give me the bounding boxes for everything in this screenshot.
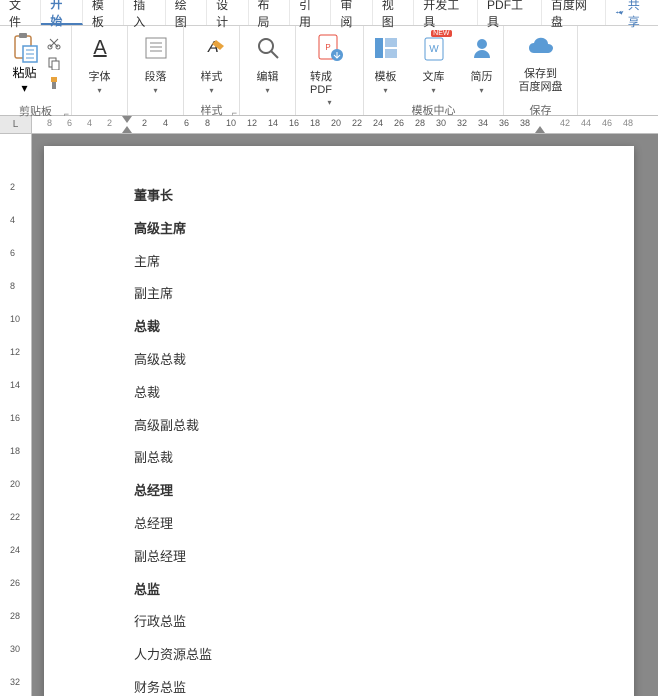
document-line[interactable]: 副总经理: [134, 547, 634, 568]
font-button[interactable]: A 字体 ▾: [78, 30, 122, 96]
cut-button[interactable]: [45, 34, 63, 52]
menu-pdftools[interactable]: PDF工具: [478, 0, 542, 25]
template-icon: [372, 34, 400, 62]
ribbon-group-save: 保存到 百度网盘 保存: [504, 26, 578, 115]
paragraph-icon: [142, 34, 170, 62]
indent-marker-right[interactable]: [535, 126, 545, 134]
pdf-icon: P: [315, 33, 345, 63]
menubar: 文件 开始 模板 插入 绘图 设计 布局 引用 审阅 视图 开发工具 PDF工具…: [0, 0, 658, 26]
menu-review[interactable]: 审阅: [331, 0, 372, 25]
document-line[interactable]: 主席: [134, 252, 634, 273]
menu-devtools[interactable]: 开发工具: [414, 0, 478, 25]
share-button[interactable]: 共享: [606, 0, 658, 25]
ribbon-group-styles: A 样式 ▾ 样式⌐: [184, 26, 240, 115]
cloud-icon: [526, 33, 556, 63]
copy-icon: [47, 56, 61, 70]
ribbon-group-template-center: 模板 ▾ WNEW 文库 ▾ 简历 ▾ 模板中心: [364, 26, 504, 115]
editing-button[interactable]: 编辑 ▾: [246, 30, 290, 96]
ribbon-group-convert: P 转成PDF ▾ 转换: [296, 26, 364, 115]
ruler-area: L 86422468101214161820222426283032343638…: [0, 116, 658, 134]
ribbon-group-editing: 编辑 ▾: [240, 26, 296, 115]
paste-button[interactable]: 粘贴 ▾: [7, 30, 43, 97]
library-button[interactable]: WNEW 文库 ▾: [412, 30, 456, 96]
document-line[interactable]: 总裁: [134, 383, 634, 404]
menu-references[interactable]: 引用: [290, 0, 331, 25]
svg-text:P: P: [325, 43, 330, 52]
menu-template[interactable]: 模板: [83, 0, 124, 25]
page[interactable]: 董事长高级主席主席副主席总裁高级总裁总裁高级副总裁副总裁总经理总经理副总经理总监…: [44, 146, 634, 696]
vertical-ruler[interactable]: 2468101214161820222426283032: [0, 134, 32, 696]
resume-button[interactable]: 简历 ▾: [460, 30, 504, 96]
document-area: 2468101214161820222426283032 董事长高级主席主席副主…: [0, 134, 658, 696]
svg-text:W: W: [429, 44, 439, 55]
document-line[interactable]: 行政总监: [134, 612, 634, 633]
document-line[interactable]: 副主席: [134, 284, 634, 305]
save-baidu-button[interactable]: 保存到 百度网盘: [513, 30, 569, 96]
menu-home[interactable]: 开始: [41, 0, 82, 25]
menu-file[interactable]: 文件: [0, 0, 41, 25]
menu-design[interactable]: 设计: [207, 0, 248, 25]
copy-button[interactable]: [45, 54, 63, 72]
font-icon: A: [86, 34, 114, 62]
ribbon-group-clipboard: 粘贴 ▾ 剪贴板⌐: [0, 26, 72, 115]
styles-button[interactable]: A 样式 ▾: [190, 30, 234, 96]
share-icon: [614, 7, 625, 19]
svg-text:A: A: [93, 37, 107, 59]
search-icon: [254, 34, 282, 62]
library-icon: W: [420, 34, 448, 62]
document-line[interactable]: 高级总裁: [134, 350, 634, 371]
indent-marker-left-bottom[interactable]: [122, 126, 132, 134]
document-line[interactable]: 董事长: [134, 186, 634, 207]
document-scroll[interactable]: 董事长高级主席主席副主席总裁高级总裁总裁高级副总裁副总裁总经理总经理副总经理总监…: [32, 134, 658, 696]
document-line[interactable]: 高级副总裁: [134, 416, 634, 437]
menu-baidu[interactable]: 百度网盘: [542, 0, 606, 25]
convert-pdf-button[interactable]: P 转成PDF ▾: [304, 30, 355, 108]
document-line[interactable]: 总监: [134, 580, 634, 601]
clipboard-icon: [11, 32, 39, 64]
document-line[interactable]: 高级主席: [134, 219, 634, 240]
ribbon: 粘贴 ▾ 剪贴板⌐ A 字体 ▾: [0, 26, 658, 116]
document-line[interactable]: 总裁: [134, 317, 634, 338]
styles-icon: A: [198, 34, 226, 62]
template-button[interactable]: 模板 ▾: [364, 30, 408, 96]
format-painter-button[interactable]: [45, 74, 63, 92]
menu-insert[interactable]: 插入: [124, 0, 165, 25]
ribbon-group-font: A 字体 ▾: [72, 26, 128, 115]
paragraph-button[interactable]: 段落 ▾: [134, 30, 178, 96]
document-line[interactable]: 副总裁: [134, 448, 634, 469]
resume-icon: [468, 34, 496, 62]
horizontal-ruler[interactable]: 8642246810121416182022242628303234363842…: [32, 116, 658, 134]
document-line[interactable]: 人力资源总监: [134, 645, 634, 666]
menu-view[interactable]: 视图: [373, 0, 414, 25]
document-line[interactable]: 总经理: [134, 514, 634, 535]
menu-draw[interactable]: 绘图: [166, 0, 207, 25]
new-badge: NEW: [431, 30, 451, 37]
brush-icon: [47, 76, 61, 90]
indent-marker-left[interactable]: [122, 116, 132, 124]
ribbon-group-paragraph: 段落 ▾: [128, 26, 184, 115]
document-line[interactable]: 总经理: [134, 481, 634, 502]
scissors-icon: [47, 36, 61, 50]
menu-layout[interactable]: 布局: [249, 0, 290, 25]
document-line[interactable]: 财务总监: [134, 678, 634, 696]
